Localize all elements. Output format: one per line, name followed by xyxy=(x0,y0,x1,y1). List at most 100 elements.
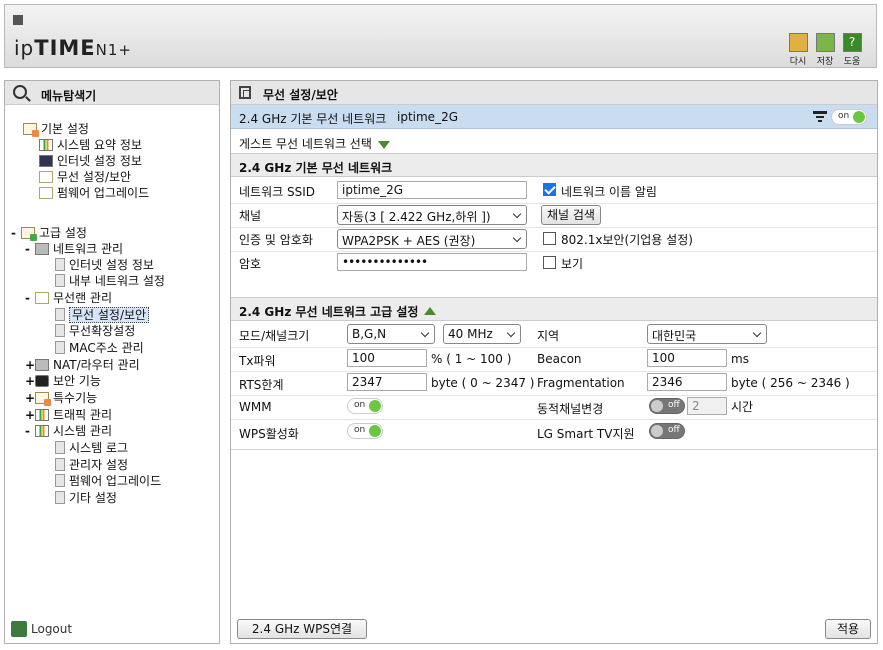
expand-down-icon xyxy=(377,141,390,149)
undo-icon xyxy=(788,33,808,52)
band-bar: 2.4 GHz 기본 무선 네트워크 iptime_2G on xyxy=(231,105,877,129)
wps-toggle[interactable]: on xyxy=(347,423,383,439)
tree-firmware-basic[interactable]: 펌웨어 업그레이드 xyxy=(39,185,149,201)
mode-select[interactable]: B,G,N xyxy=(347,324,435,344)
save-button[interactable]: 저장 xyxy=(814,33,836,67)
chart-icon xyxy=(35,425,49,437)
menu-explorer-header: 메뉴탐색기 xyxy=(5,81,219,105)
tree-internet-info[interactable]: 인터넷 설정 정보 xyxy=(39,153,142,169)
tree-nat-router[interactable]: + NAT/라우터 관리 xyxy=(25,357,140,373)
tree-basic-settings[interactable]: 기본 설정 xyxy=(23,121,89,137)
ssid-input[interactable]: iptime_2G xyxy=(337,181,527,199)
help-icon: ? xyxy=(842,33,862,52)
show-password-label: 보기 xyxy=(561,257,584,271)
tree-system-summary[interactable]: 시스템 요약 정보 xyxy=(39,137,142,153)
tree-internet-setting[interactable]: 인터넷 설정 정보 xyxy=(55,257,154,273)
fragmentation-range: byte ( 256 ~ 2346 ) xyxy=(731,376,850,390)
dynamic-channel-hours-input[interactable]: 2 xyxy=(687,397,727,415)
lg-smart-tv-toggle[interactable]: off xyxy=(649,423,685,439)
fragmentation-input[interactable]: 2346 xyxy=(647,373,727,391)
tree-wireless-security[interactable]: 무선 설정/보안 xyxy=(55,307,150,323)
undo-button[interactable]: 다시 xyxy=(787,33,809,67)
show-password-checkbox[interactable] xyxy=(543,256,556,269)
advanced-section-header[interactable]: 2.4 GHz 무선 네트워크 고급 설정 xyxy=(231,297,877,321)
tree-wireless-management[interactable]: - 무선랜 관리 xyxy=(25,290,112,306)
page-icon xyxy=(55,474,65,487)
menu-explorer-title: 메뉴탐색기 xyxy=(41,89,97,103)
search-icon xyxy=(13,85,27,99)
broadcast-label: 네트워크 이름 알림 xyxy=(561,185,657,199)
page-icon xyxy=(55,274,65,287)
dynamic-channel-toggle[interactable]: off xyxy=(649,398,685,414)
tree-network-management[interactable]: - 네트워크 관리 xyxy=(25,241,123,257)
main-panel: 무선 설정/보안 2.4 GHz 기본 무선 네트워크 iptime_2G on… xyxy=(230,80,878,644)
page-title: 무선 설정/보안 xyxy=(263,88,338,102)
logout-icon xyxy=(11,621,27,637)
lg-smart-tv-label: LG Smart TV지원 xyxy=(537,427,635,441)
wps-connect-button[interactable]: 2.4 GHz WPS연결 xyxy=(237,619,367,639)
tree-mac-management[interactable]: MAC주소 관리 xyxy=(55,340,144,356)
beacon-input[interactable]: 100 xyxy=(647,349,727,367)
rts-range: byte ( 0 ~ 2347 ) xyxy=(431,376,535,390)
iptime-logo: ipTIMEN1+ xyxy=(14,36,132,60)
wmm-toggle[interactable]: on xyxy=(347,398,383,414)
lock-icon xyxy=(35,375,49,387)
auth-select[interactable]: WPA2PSK + AES (권장) xyxy=(337,229,527,249)
page-icon xyxy=(55,341,65,354)
tree-special[interactable]: + 특수기능 xyxy=(25,390,97,406)
password-input[interactable]: •••••••••••••• xyxy=(337,253,527,271)
tree-advanced-settings[interactable]: - 고급 설정 xyxy=(11,225,87,241)
tree-firmware-upgrade[interactable]: 펌웨어 업그레이드 xyxy=(55,473,161,489)
dynamic-channel-label: 동적채널변경 xyxy=(537,402,604,416)
tree-wireless-extension[interactable]: 무선확장설정 xyxy=(55,323,135,339)
page-icon xyxy=(55,441,65,454)
broadcast-checkbox[interactable] xyxy=(543,183,556,196)
monitor-icon xyxy=(39,155,53,167)
page-icon xyxy=(55,308,65,321)
band-toggle[interactable]: on xyxy=(831,109,867,125)
tree-system-log[interactable]: 시스템 로그 xyxy=(55,440,128,456)
page-icon xyxy=(55,458,65,471)
region-select[interactable]: 대한민국 xyxy=(647,324,767,344)
page-icon xyxy=(55,258,65,271)
tree-etc-setting[interactable]: 기타 설정 xyxy=(55,490,117,506)
channel-select[interactable]: 자동(3 [ 2.422 GHz,하위 ]) xyxy=(337,205,527,225)
channel-width-select[interactable]: 40 MHz xyxy=(443,324,521,344)
tree-traffic[interactable]: + 트래픽 관리 xyxy=(25,407,112,423)
channel-search-button[interactable]: 채널 검색 xyxy=(541,205,601,225)
rts-label: RTS한계 xyxy=(239,378,284,392)
enterprise-checkbox[interactable] xyxy=(543,232,556,245)
main-header: 무선 설정/보안 xyxy=(231,81,877,105)
wifi-icon xyxy=(39,171,53,183)
tree-lan-setting[interactable]: 내부 네트워크 설정 xyxy=(55,273,165,289)
folder-icon xyxy=(21,227,37,241)
tx-power-range: % ( 1 ~ 100 ) xyxy=(431,352,512,366)
tree-admin-setting[interactable]: 관리자 설정 xyxy=(55,457,128,473)
help-button[interactable]: ? 도움 xyxy=(841,33,863,67)
logout-button[interactable]: Logout xyxy=(11,621,72,637)
wmm-label: WMM xyxy=(239,400,272,414)
filter-icon[interactable] xyxy=(813,111,827,122)
tree-system-management[interactable]: - 시스템 관리 xyxy=(25,423,112,439)
guest-network-select[interactable]: 게스트 무선 네트워크 선택 xyxy=(239,135,390,152)
page-icon xyxy=(55,324,65,337)
tree-security[interactable]: + 보안 기능 xyxy=(25,373,101,389)
save-icon xyxy=(815,33,835,52)
traffic-icon xyxy=(35,409,49,421)
router-icon xyxy=(35,359,49,371)
channel-label: 채널 xyxy=(239,209,262,223)
basic-section-header: 2.4 GHz 기본 무선 네트워크 xyxy=(231,153,877,177)
tree-wireless-basic[interactable]: 무선 설정/보안 xyxy=(39,169,131,185)
apply-button[interactable]: 적용 xyxy=(825,619,871,639)
fragmentation-label: Fragmentation xyxy=(537,376,625,390)
collapse-up-icon xyxy=(424,307,437,315)
folder-icon xyxy=(35,392,51,406)
header: ipTIMEN1+ 다시 저장 ? 도움 xyxy=(4,4,877,68)
rts-input[interactable]: 2347 xyxy=(347,373,427,391)
tx-power-label: Tx파워 xyxy=(239,354,276,368)
firmware-icon xyxy=(39,187,53,199)
enterprise-label: 802.1x보안(기업용 설정) xyxy=(561,233,693,247)
page-icon xyxy=(55,491,65,504)
tx-power-input[interactable]: 100 xyxy=(347,349,427,367)
region-label: 지역 xyxy=(537,329,560,343)
